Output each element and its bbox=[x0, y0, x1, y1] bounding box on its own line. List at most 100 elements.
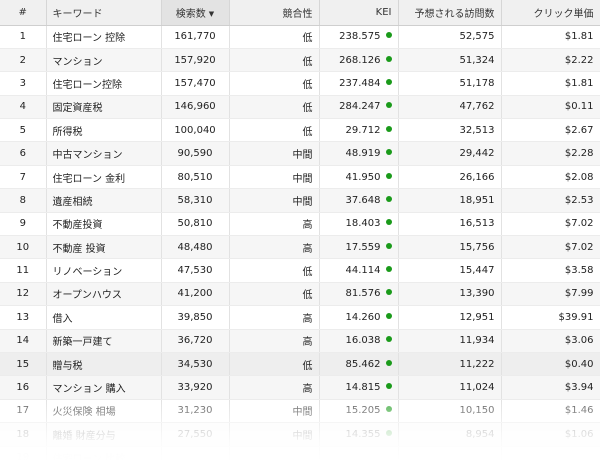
cell-value: 161,770 bbox=[174, 31, 216, 43]
cell-value: 47,762 bbox=[459, 101, 495, 113]
kei-indicator-icon bbox=[385, 312, 392, 319]
table-row[interactable]: 15 贈与税 34,530 低 85.462 11,222 $0.40 bbox=[0, 352, 600, 377]
cell-value: 85.462 bbox=[345, 358, 381, 370]
table-row[interactable]: 13 借入 39,850 高 14.260 12,951 $39.91 bbox=[0, 305, 600, 330]
cell-competition bbox=[229, 446, 320, 461]
cell-value: マンション bbox=[52, 56, 103, 68]
table-row[interactable]: 11 リノベーション 47,530 低 44.114 15,447 $3.58 bbox=[0, 258, 600, 283]
table-row[interactable]: 2 マンション 157,920 低 268.126 51,324 $2.22 bbox=[0, 48, 600, 73]
cell-value: $3.06 bbox=[564, 335, 594, 347]
cell-competition: 低 bbox=[229, 258, 320, 283]
table-row[interactable]: 19 住宅ローン 比較 bbox=[0, 446, 600, 461]
cell-keyword[interactable]: 住宅ローン 控除 bbox=[46, 25, 162, 49]
table-row[interactable]: 18 離婚 財産分与 27,550 中間 14.355 8,954 $1.06 bbox=[0, 422, 600, 447]
cell-search-volume: 50,810 bbox=[161, 212, 230, 237]
cell-keyword[interactable]: 中古マンション bbox=[46, 141, 162, 166]
cell-keyword[interactable]: オープンハウス bbox=[46, 282, 162, 307]
cell-value: 284.247 bbox=[339, 101, 381, 113]
kei-indicator-icon bbox=[385, 78, 392, 85]
cell-cpc: $7.02 bbox=[501, 235, 600, 260]
table-row[interactable]: 12 オープンハウス 41,200 低 81.576 13,390 $7.99 bbox=[0, 282, 600, 307]
cell-value: 13,390 bbox=[459, 288, 495, 300]
column-header-cpc[interactable]: クリック単価 bbox=[501, 0, 600, 26]
table-row[interactable]: 9 不動産投資 50,810 高 18.403 16,513 $7.02 bbox=[0, 212, 600, 237]
table-row[interactable]: 8 遺産相続 58,310 中間 37.648 18,951 $2.53 bbox=[0, 188, 600, 213]
cell-keyword[interactable]: 火災保険 相場 bbox=[46, 399, 162, 424]
cell-kei: 284.247 bbox=[319, 95, 399, 120]
cell-kei: 85.462 bbox=[319, 352, 399, 377]
cell-value: 低 bbox=[302, 360, 313, 372]
cell-value: 8 bbox=[19, 194, 26, 206]
cell-rank: 4 bbox=[0, 95, 47, 120]
cell-keyword[interactable]: 所得税 bbox=[46, 118, 162, 143]
cell-search-volume: 161,770 bbox=[161, 25, 230, 49]
table-row[interactable]: 17 火災保険 相場 31,230 中間 15.205 10,150 $1.46 bbox=[0, 399, 600, 424]
cell-keyword[interactable]: 固定資産税 bbox=[46, 95, 162, 120]
cell-cpc bbox=[501, 446, 600, 461]
cell-kei: 238.575 bbox=[319, 25, 399, 49]
cell-competition: 高 bbox=[229, 212, 320, 237]
table-row[interactable]: 6 中古マンション 90,590 中間 48.919 29,442 $2.28 bbox=[0, 141, 600, 166]
kei-indicator-icon bbox=[385, 195, 392, 202]
cell-value: 100,040 bbox=[174, 124, 216, 136]
cell-keyword[interactable]: 住宅ローン 金利 bbox=[46, 165, 162, 190]
cell-keyword[interactable]: 不動産 投資 bbox=[46, 235, 162, 260]
cell-value: 31,230 bbox=[177, 405, 213, 417]
column-header-search-volume[interactable]: 検索数 ▼ bbox=[161, 0, 230, 26]
column-header-expected-visits[interactable]: 予想される訪問数 bbox=[398, 0, 502, 26]
cell-cpc: $1.46 bbox=[501, 399, 600, 424]
column-header-competition[interactable]: 競合性 bbox=[229, 0, 320, 26]
cell-value: 4 bbox=[19, 101, 26, 113]
cell-search-volume: 157,470 bbox=[161, 71, 230, 96]
cell-cpc: $1.81 bbox=[501, 71, 600, 96]
cell-competition: 高 bbox=[229, 375, 320, 400]
column-header-kei[interactable]: KEI bbox=[319, 0, 399, 26]
cell-keyword[interactable]: 遺産相続 bbox=[46, 188, 162, 213]
cell-expected-visits: 11,024 bbox=[398, 375, 502, 400]
cell-competition: 中間 bbox=[229, 422, 320, 447]
table-row[interactable]: 4 固定資産税 146,960 低 284.247 47,762 $0.11 bbox=[0, 95, 600, 120]
cell-keyword[interactable]: マンション 購入 bbox=[46, 375, 162, 400]
cell-value: 低 bbox=[302, 33, 313, 45]
cell-search-volume: 100,040 bbox=[161, 118, 230, 143]
cell-keyword[interactable]: 住宅ローン控除 bbox=[46, 71, 162, 96]
cell-keyword[interactable]: 不動産投資 bbox=[46, 212, 162, 237]
cell-keyword[interactable]: マンション bbox=[46, 48, 162, 73]
cell-cpc: $2.67 bbox=[501, 118, 600, 143]
table-row[interactable]: 1 住宅ローン 控除 161,770 低 238.575 52,575 $1.81 bbox=[0, 25, 600, 49]
kei-indicator-icon bbox=[385, 32, 392, 39]
cell-keyword[interactable]: 新築一戸建て bbox=[46, 329, 162, 353]
cell-value: 18.403 bbox=[345, 218, 381, 230]
column-header-label: 競合性 bbox=[282, 8, 313, 20]
cell-search-volume bbox=[161, 446, 230, 461]
cell-keyword[interactable]: 借入 bbox=[46, 305, 162, 330]
cell-value: 14.260 bbox=[345, 311, 381, 323]
table-row[interactable]: 14 新築一戸建て 36,720 高 16.038 11,934 $3.06 bbox=[0, 329, 600, 353]
cell-value: $39.91 bbox=[558, 311, 594, 323]
cell-keyword[interactable]: 離婚 財産分与 bbox=[46, 422, 162, 447]
cell-expected-visits: 26,166 bbox=[398, 165, 502, 190]
table-row[interactable]: 7 住宅ローン 金利 80,510 中間 41.950 26,166 $2.08 bbox=[0, 165, 600, 190]
cell-keyword[interactable]: 住宅ローン 比較 bbox=[46, 446, 162, 461]
table-row[interactable]: 5 所得税 100,040 低 29.712 32,513 $2.67 bbox=[0, 118, 600, 143]
cell-value: 5 bbox=[19, 124, 26, 136]
cell-value: 237.484 bbox=[339, 77, 381, 89]
cell-keyword[interactable]: 贈与税 bbox=[46, 352, 162, 377]
cell-value: 52,575 bbox=[459, 31, 495, 43]
cell-value: 中間 bbox=[292, 150, 313, 162]
table-row[interactable]: 16 マンション 購入 33,920 高 14.815 11,024 $3.94 bbox=[0, 375, 600, 400]
kei-indicator-icon bbox=[385, 359, 392, 366]
column-header-label: キーワード bbox=[52, 8, 103, 20]
cell-search-volume: 58,310 bbox=[161, 188, 230, 213]
kei-indicator-icon bbox=[385, 149, 392, 156]
cell-value: 離婚 財産分与 bbox=[52, 430, 116, 442]
cell-keyword[interactable]: リノベーション bbox=[46, 258, 162, 283]
cell-value: $1.81 bbox=[564, 31, 594, 43]
cell-value: 17 bbox=[16, 405, 30, 417]
table-row[interactable]: 3 住宅ローン控除 157,470 低 237.484 51,178 $1.81 bbox=[0, 71, 600, 96]
cell-value: 51,324 bbox=[459, 54, 495, 66]
column-header-rank[interactable]: # bbox=[0, 0, 47, 26]
column-header-keyword[interactable]: キーワード bbox=[46, 0, 162, 26]
table-row[interactable]: 10 不動産 投資 48,480 高 17.559 15,756 $7.02 bbox=[0, 235, 600, 260]
cell-value: 268.126 bbox=[339, 54, 381, 66]
